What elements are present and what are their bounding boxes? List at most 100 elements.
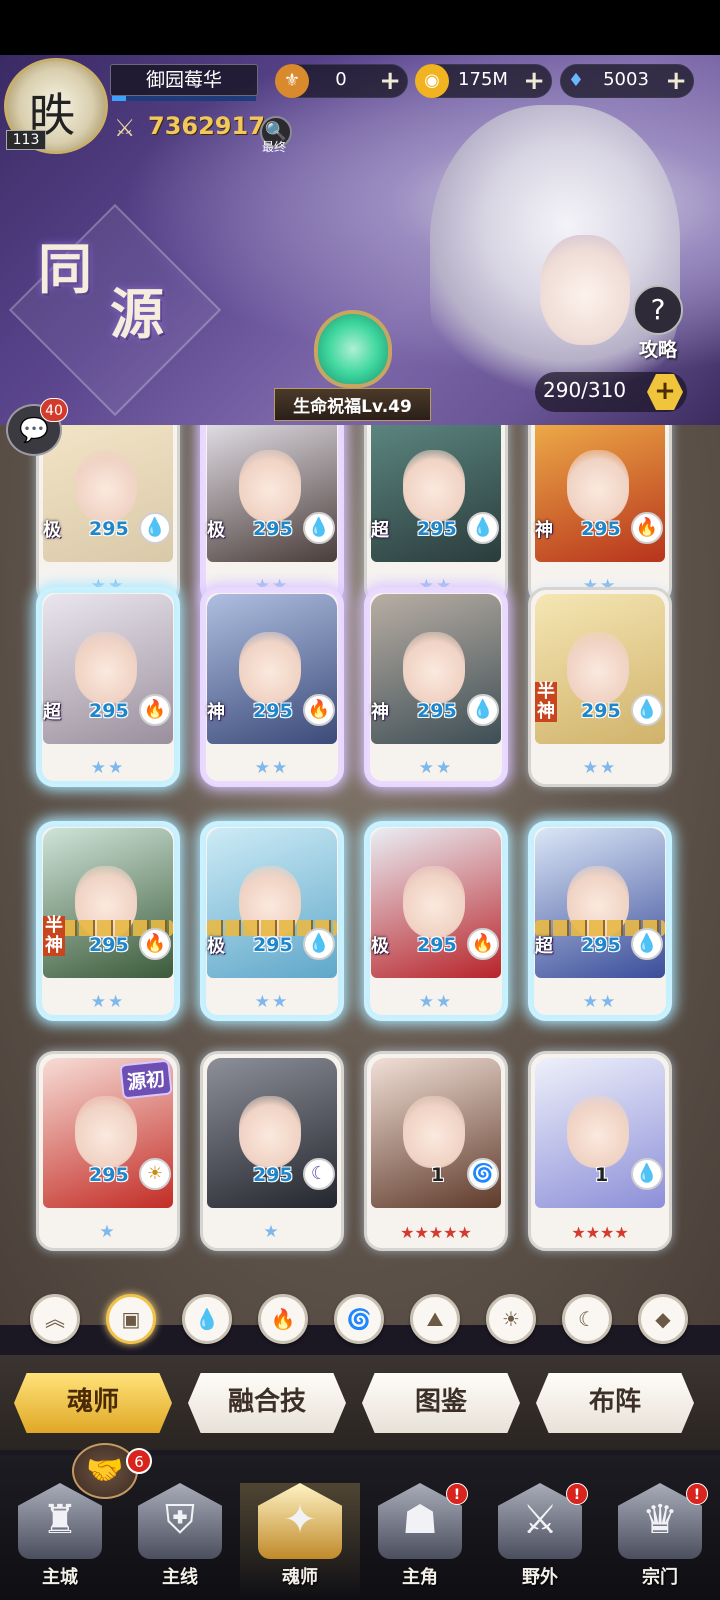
hero-card[interactable]: 极 295 💧 ★★ (200, 821, 344, 1021)
page-title-char-1: 同 (38, 237, 92, 301)
hero-tier: 极 (43, 520, 61, 541)
hero-level: 1 (431, 1164, 445, 1186)
hero-stars: ★★★★★ (400, 1223, 472, 1242)
hero-face (75, 632, 137, 704)
hero-face (239, 1096, 301, 1168)
tab-codex[interactable]: 图鉴 (362, 1373, 520, 1433)
hero-card[interactable]: 极 295 💧 ★★ (36, 425, 180, 605)
hero-face (75, 450, 137, 522)
hero-card[interactable]: 1 💧 ★★★★ (528, 1051, 672, 1251)
hero-card[interactable]: 神 295 💧 ★★ (364, 587, 508, 787)
light-filter-icon[interactable]: ☀ (486, 1294, 536, 1344)
element-filter-row: ︽ ▣ 💧 🔥 🌀 ⛰ ☀ ☾ ◆ (0, 1290, 720, 1350)
hero-card[interactable]: 超 295 💧 ★★ (528, 821, 672, 1021)
hero-card[interactable]: 源初 295 ☀ ★ (36, 1051, 180, 1251)
hero-stars: ★★ (254, 758, 290, 778)
water-filter-icon[interactable]: 💧 (182, 1294, 232, 1344)
life-blessing-button[interactable]: 生命祝福Lv.49 (245, 310, 460, 421)
hero-stars: ★★ (418, 992, 454, 1012)
resource-gold: ◉ 175M + (415, 64, 552, 98)
add-diamond-button[interactable]: + (665, 66, 687, 96)
nav-item-4[interactable]: ⚔ 野外! (480, 1483, 600, 1598)
nav-item-3[interactable]: ☗ 主角! (360, 1483, 480, 1598)
fire-filter-icon[interactable]: 🔥 (258, 1294, 308, 1344)
water-element-icon: 💧 (631, 928, 663, 960)
hero-face (567, 1096, 629, 1168)
hero-stars: ★★ (254, 992, 290, 1012)
hero-level: 295 (89, 518, 129, 540)
hero-tier: 超 (371, 520, 389, 541)
fire-element-icon: 🔥 (139, 694, 171, 726)
hero-card[interactable]: 神 295 🔥 ★★ (528, 425, 672, 605)
add-gold-button[interactable]: + (523, 66, 545, 96)
water-element-icon: 💧 (631, 694, 663, 726)
hero-face (567, 632, 629, 704)
hero-level: 295 (253, 518, 293, 540)
medal-icon: ⚜ (275, 64, 309, 98)
hero-level: 295 (89, 934, 129, 956)
light-element-icon: ☀ (139, 1158, 171, 1190)
tab-soul-master[interactable]: 魂师 (14, 1373, 172, 1433)
strategy-button[interactable]: ? 攻略 (630, 285, 686, 361)
hero-card[interactable]: 极 295 🔥 ★★ (364, 821, 508, 1021)
hero-tier: 极 (371, 936, 389, 957)
add-medal-button[interactable]: + (379, 66, 401, 96)
nav-item-1[interactable]: ⛨ 主线 (120, 1483, 240, 1598)
diamond-icon: ♦ (567, 70, 585, 91)
hero-card[interactable]: 超 295 💧 ★★ (364, 425, 508, 605)
expand-capacity-button[interactable]: + (647, 374, 683, 410)
nav-item-0[interactable]: ♜ 主城 (0, 1483, 120, 1598)
nav-label: 主线 (162, 1567, 198, 1588)
nav-item-5[interactable]: ♛ 宗门! (600, 1483, 720, 1598)
nav-icon: ⛨ (138, 1483, 222, 1559)
player-exp-fill (112, 96, 127, 101)
scroll-question-icon: ? (633, 285, 683, 335)
hero-tier: 超 (43, 702, 61, 723)
hero-face (403, 632, 465, 704)
origin-badge: 源初 (119, 1059, 173, 1100)
hero-face (75, 1096, 137, 1168)
sub-tab-row: 魂师 融合技 图鉴 布阵 (0, 1355, 720, 1450)
hero-face (403, 866, 465, 938)
page-title-char-2: 源 (110, 282, 164, 346)
hero-card[interactable]: 神 295 🔥 ★★ (200, 587, 344, 787)
nav-label: 宗门 (642, 1567, 678, 1588)
friends-handshake-icon[interactable]: 🤝 (72, 1443, 138, 1499)
alert-badge: ! (566, 1483, 588, 1505)
fire-element-icon: 🔥 (467, 928, 499, 960)
earth-filter-icon[interactable]: ⛰ (410, 1294, 460, 1344)
gold-coin-icon: ◉ (415, 64, 449, 98)
hero-card[interactable]: 295 ☾ ★ (200, 1051, 344, 1251)
strategy-label: 攻略 (638, 339, 677, 361)
nav-item-2[interactable]: ✦ 魂师 (240, 1483, 360, 1598)
water-element-icon: 💧 (303, 928, 335, 960)
hero-card[interactable]: 超 295 🔥 ★★ (36, 587, 180, 787)
hero-card[interactable]: 1 🌀 ★★★★★ (364, 1051, 508, 1251)
hero-stars: ★ (263, 1222, 281, 1242)
hero-card[interactable]: 半神 295 🔥 ★★ (36, 821, 180, 1021)
hero-card[interactable]: 半神 295 💧 ★★ (528, 587, 672, 787)
tab-formation[interactable]: 布阵 (536, 1373, 694, 1433)
all-filter-icon[interactable]: ▣ (106, 1294, 156, 1344)
hero-level: 295 (417, 518, 457, 540)
crossed-swords-icon: ⚔ (114, 114, 136, 142)
fire-element-icon: 🔥 (139, 928, 171, 960)
fire-element-icon: 🔥 (303, 694, 335, 726)
dark-filter-icon[interactable]: ☾ (562, 1294, 612, 1344)
hero-card[interactable]: 极 295 💧 ★★ (200, 425, 344, 605)
water-element-icon: 💧 (467, 512, 499, 544)
player-exp-bar (112, 96, 256, 101)
hero-stars: ★★ (90, 992, 126, 1012)
life-blessing-label: 生命祝福Lv.49 (274, 388, 431, 421)
sort-filter-icon[interactable]: ︽ (30, 1294, 80, 1344)
alert-badge: ! (686, 1483, 708, 1505)
hero-capacity: 290/310 + (535, 372, 687, 412)
hero-tier: 极 (207, 936, 225, 957)
hero-grid[interactable]: 极 295 💧 ★★ 极 295 💧 ★★ 超 295 💧 ★★ 神 295 🔥 ★★ 超 295 🔥 ★★ 神 295 🔥… (0, 425, 720, 1325)
tab-fusion-skill[interactable]: 融合技 (188, 1373, 346, 1433)
special-filter-icon[interactable]: ◆ (638, 1294, 688, 1344)
hero-stars: ★ (99, 1222, 117, 1242)
wind-filter-icon[interactable]: 🌀 (334, 1294, 384, 1344)
nav-label: 野外 (522, 1567, 558, 1588)
nav-label: 主角 (402, 1567, 438, 1588)
